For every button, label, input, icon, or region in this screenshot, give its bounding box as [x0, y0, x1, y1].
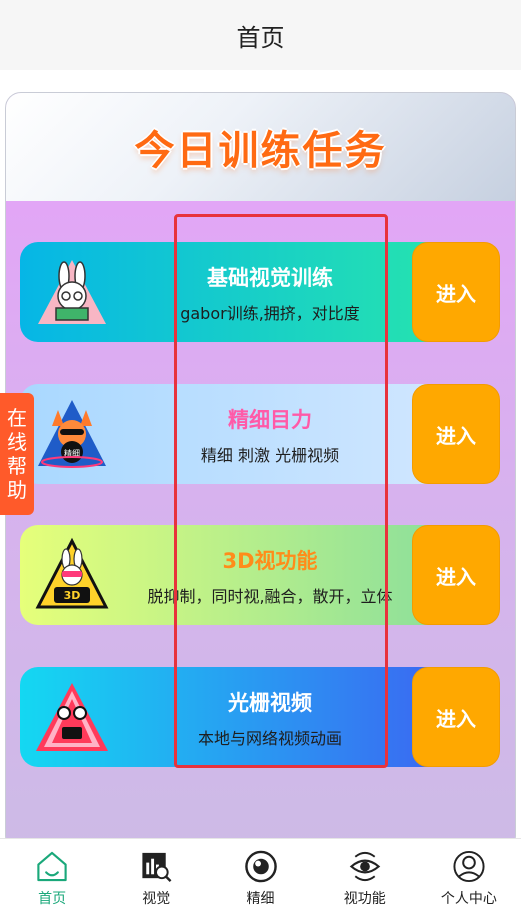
task-item-grating-video[interactable]: 光栅视频 本地与网络视频动画 进入 — [20, 667, 500, 767]
task-description: 精细 刺激 光栅视频 — [200, 446, 340, 465]
tab-visual-function[interactable]: 视功能 — [313, 839, 417, 908]
task-description: 本地与网络视频动画 — [197, 729, 342, 748]
svg-text:3D: 3D — [64, 589, 81, 602]
task-panel: 3D 3D视功能 脱抑制，同时视,融合，散开，立体 — [20, 525, 432, 625]
fox-detail-icon: 精细 — [38, 400, 106, 468]
tab-profile[interactable]: 个人中心 — [417, 839, 521, 908]
eye-circle-icon — [244, 850, 277, 883]
card-header: 今日训练任务 — [6, 93, 515, 201]
online-help-button[interactable]: 在线帮助 — [0, 393, 34, 515]
grating-video-icon — [36, 683, 108, 751]
task-panel: 基础视觉训练 gabor训练,拥挤，对比度 — [20, 242, 432, 342]
tab-label: 个人中心 — [440, 891, 497, 907]
enter-button[interactable]: 进入 — [412, 242, 500, 342]
vision-chart-icon — [142, 852, 172, 882]
tab-label: 首页 — [38, 891, 67, 907]
task-panel: 光栅视频 本地与网络视频动画 — [20, 667, 432, 767]
card-title: 今日训练任务 — [134, 128, 387, 174]
tab-label: 视功能 — [343, 891, 386, 907]
enter-button[interactable]: 进入 — [412, 525, 500, 625]
rabbit-3d-icon: 3D — [35, 537, 109, 609]
task-title: 光栅视频 — [228, 691, 312, 715]
top-bar: 首页 — [0, 0, 521, 70]
rabbit-reading-icon — [38, 260, 106, 324]
tab-vision[interactable]: 视觉 — [104, 839, 208, 908]
page-title: 首页 — [236, 23, 285, 52]
task-title: 精细目力 — [228, 408, 312, 432]
task-item-3d-function[interactable]: 3D 3D视功能 脱抑制，同时视,融合，散开，立体 进入 — [20, 525, 500, 625]
task-description: 脱抑制，同时视,融合，散开，立体 — [147, 587, 393, 606]
task-title: 基础视觉训练 — [207, 266, 333, 290]
tab-fine[interactable]: 精细 — [208, 839, 312, 908]
home-icon — [37, 851, 67, 882]
enter-button[interactable]: 进入 — [412, 667, 500, 767]
task-panel: 精细 精细目力 精细 刺激 光栅视频 — [20, 384, 432, 484]
bottom-tab-bar: 首页 视觉 精细 视功能 个人中心 — [0, 838, 521, 908]
task-description: gabor训练,拥挤，对比度 — [180, 304, 360, 323]
tab-label: 视觉 — [142, 891, 171, 907]
user-icon — [453, 850, 485, 883]
enter-button[interactable]: 进入 — [412, 384, 500, 484]
task-item-fine-vision[interactable]: 精细 精细目力 精细 刺激 光栅视频 进入 — [20, 384, 500, 484]
tab-label: 精细 — [246, 891, 275, 907]
eye-rotate-icon — [349, 851, 380, 882]
task-title: 3D视功能 — [222, 549, 318, 573]
tab-home[interactable]: 首页 — [0, 839, 104, 908]
task-item-basic-vision[interactable]: 基础视觉训练 gabor训练,拥挤，对比度 进入 — [20, 242, 500, 342]
